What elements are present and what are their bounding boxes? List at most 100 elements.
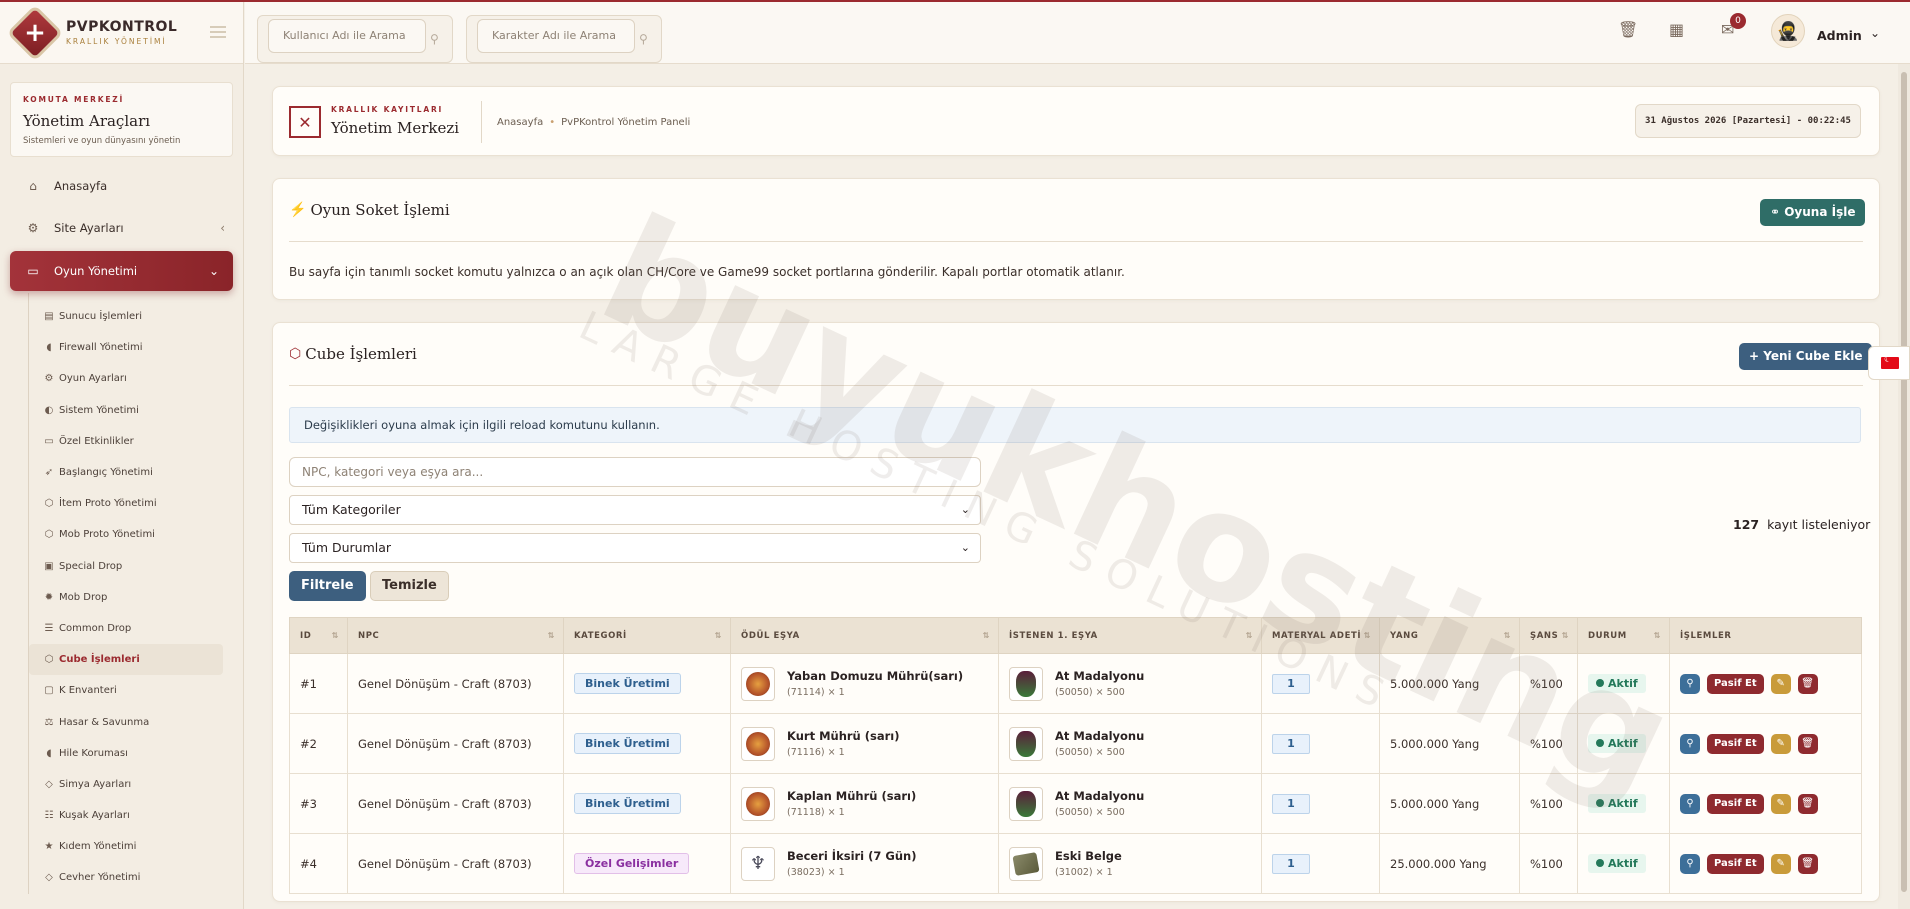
sidebar-item-mob-drop[interactable]: ✹ Mob Drop — [29, 582, 243, 613]
sidebar-item-belt[interactable]: ☷ Kuşak Ayarları — [29, 800, 243, 831]
cell-id: #1 — [289, 653, 348, 714]
sidebar-item-item-proto[interactable]: ⬡ İtem Proto Yönetimi — [29, 488, 243, 519]
sidebar-item-alchemy[interactable]: ◇ Simya Ayarları — [29, 769, 243, 800]
user-search-box: Kullanıcı Adı ile Arama ⚲ — [257, 15, 453, 63]
sidebar-item-damage[interactable]: ⚖ Hasar & Savunma — [29, 706, 243, 737]
sidebar-item-common-drop[interactable]: ☰ Common Drop — [29, 613, 243, 644]
sidebar-item-events[interactable]: ▭ Özel Etkinlikler — [29, 426, 243, 457]
close-icon[interactable]: ✕ — [289, 106, 321, 138]
sidebar-item-rank[interactable]: ★ Kıdem Yönetimi — [29, 831, 243, 862]
edit-button[interactable]: ✎ — [1770, 793, 1791, 814]
rocket-icon: ➶ — [44, 467, 54, 479]
gem-icon: ◇ — [45, 778, 53, 790]
cube-search-input[interactable]: NPC, kategori veya eşya ara... — [289, 457, 981, 487]
user-search-input[interactable]: Kullanıcı Adı ile Arama — [268, 19, 426, 53]
deactivate-button[interactable]: Pasif Et — [1707, 733, 1764, 754]
sidebar-item-cube[interactable]: ⬡ Cube İşlemleri — [29, 644, 223, 676]
delete-button[interactable]: 🗑 — [1797, 853, 1818, 874]
status-select[interactable]: Tüm Durumlar ⌄ — [289, 533, 981, 563]
required-name: At Madalyonu — [1055, 729, 1145, 743]
search-icon[interactable]: ⚲ — [639, 32, 648, 46]
brand-logo-icon: + — [10, 8, 60, 58]
sidebar-item-start[interactable]: ➶ Başlangıç Yönetimi — [29, 457, 243, 488]
sidebar-item-game-settings[interactable]: ⚙ Oyun Ayarları — [29, 363, 243, 394]
view-button[interactable]: ⚲ — [1680, 793, 1700, 814]
subnav: ▤ Sunucu İşlemleri ◖ Firewall Yönetimi ⚙ Oy… — [28, 293, 243, 894]
col-npc[interactable]: NPC ⇅ — [347, 617, 564, 654]
cube-title: ⬡ Cube İşlemleri — [289, 345, 417, 363]
divider — [289, 385, 1863, 386]
delete-button[interactable]: 🗑 — [1797, 733, 1818, 754]
sidebar-item-server[interactable]: ▤ Sunucu İşlemleri — [29, 301, 243, 332]
avatar[interactable]: 🥷 — [1771, 14, 1805, 48]
category-select[interactable]: Tüm Kategoriler ⌄ — [289, 495, 981, 525]
apply-to-game-button[interactable]: ⚭ Oyuna İşle — [1760, 199, 1866, 226]
view-button[interactable]: ⚲ — [1680, 733, 1700, 754]
col-yang[interactable]: YANG ⇅ — [1379, 617, 1520, 654]
sidebar-item-mob-proto[interactable]: ⬡ Mob Proto Yönetimi — [29, 519, 243, 550]
edit-button[interactable]: ✎ — [1770, 733, 1791, 754]
user-name[interactable]: Admin — [1817, 28, 1862, 43]
delete-button[interactable]: 🗑 — [1797, 673, 1818, 694]
gear-icon: ⚙ — [27, 221, 39, 235]
search-icon[interactable]: ⚲ — [430, 32, 439, 46]
col-chance[interactable]: ŞANS ⇅ — [1519, 617, 1578, 654]
page-scrollbar[interactable] — [1898, 64, 1910, 909]
wings-icon: ♆ — [741, 846, 775, 881]
sidebar-item-anticheat[interactable]: ◖ Hile Koruması — [29, 738, 243, 769]
cell-material: 1 — [1261, 653, 1380, 714]
trash-icon[interactable]: 🗑 — [1618, 20, 1638, 39]
cell-material: 1 — [1261, 833, 1380, 894]
breadcrumb: Anasayfa • PvPKontrol Yönetim Paneli — [497, 117, 691, 128]
view-button[interactable]: ⚲ — [1680, 673, 1700, 694]
sidebar-item-ore[interactable]: ◇ Cevher Yönetimi — [29, 862, 243, 893]
col-required[interactable]: İSTENEN 1. EŞYA ⇅ — [998, 617, 1262, 654]
col-status[interactable]: DURUM ⇅ — [1577, 617, 1670, 654]
reward-name: Kaplan Mührü (sarı) — [787, 789, 917, 803]
sidebar-item-k-inventory[interactable]: ▢ K Envanteri — [29, 675, 243, 706]
medal-icon — [1009, 786, 1043, 821]
cell-reward: Yaban Domuzu Mührü(sarı) (71114) × 1 — [730, 653, 999, 714]
char-search-input[interactable]: Karakter Adı ile Arama — [477, 19, 635, 53]
nav-home[interactable]: ⌂ Anasayfa — [0, 165, 243, 207]
edit-button[interactable]: ✎ — [1770, 853, 1791, 874]
cube-icon: ⬡ — [44, 529, 54, 541]
cube-icon: ⬡ — [44, 654, 54, 666]
divider — [481, 101, 482, 143]
clear-button[interactable]: Temizle — [370, 571, 449, 601]
sidebar-item-special-drop[interactable]: ▣ Special Drop — [29, 551, 243, 582]
sidebar: + PVPKONTROL KRALLIK YÖNETİMİ KOMUTA MER… — [0, 2, 244, 909]
sidebar-item-system[interactable]: ◐ Sistem Yönetimi — [29, 395, 243, 426]
edit-button[interactable]: ✎ — [1770, 673, 1791, 694]
category-badge: Binek Üretimi — [574, 673, 681, 694]
socket-title: ⚡ Oyun Soket İşlemi — [289, 201, 450, 219]
col-material[interactable]: MATERYAL ADETİ ⇅ — [1261, 617, 1380, 654]
view-button[interactable]: ⚲ — [1680, 853, 1700, 874]
pencil-icon: ✎ — [1776, 678, 1785, 689]
add-cube-button[interactable]: + Yeni Cube Ekle — [1739, 343, 1873, 370]
calendar-icon[interactable]: ▦ — [1669, 20, 1684, 39]
sliders-icon: ☷ — [44, 810, 54, 822]
deactivate-button[interactable]: Pasif Et — [1707, 793, 1764, 814]
col-reward[interactable]: ÖDÜL EŞYA ⇅ — [730, 617, 999, 654]
menu-toggle-icon[interactable] — [210, 26, 226, 38]
cell-status: Aktif — [1577, 833, 1670, 894]
deactivate-button[interactable]: Pasif Et — [1707, 853, 1764, 874]
chevron-down-icon[interactable]: ⌄ — [1870, 26, 1880, 40]
deactivate-button[interactable]: Pasif Et — [1707, 673, 1764, 694]
cell-id: #2 — [289, 713, 348, 774]
nav-game-management[interactable]: ▭ Oyun Yönetimi ⌄ — [10, 251, 233, 291]
sidebar-item-firewall[interactable]: ◖ Firewall Yönetimi — [29, 332, 243, 363]
filter-button[interactable]: Filtrele — [289, 571, 366, 601]
language-flag-icon[interactable] — [1868, 346, 1910, 380]
col-category[interactable]: KATEGORİ ⇅ — [563, 617, 731, 654]
scrollbar-thumb[interactable] — [1901, 72, 1907, 892]
delete-button[interactable]: 🗑 — [1797, 793, 1818, 814]
nav-home-label: Anasayfa — [54, 179, 108, 193]
brand[interactable]: + PVPKONTROL KRALLIK YÖNETİMİ — [0, 2, 243, 64]
nav-site-settings[interactable]: ⚙ Site Ayarları ‹ — [0, 207, 243, 249]
col-id[interactable]: ID ⇅ — [289, 617, 348, 654]
breadcrumb-home[interactable]: Anasayfa — [497, 117, 543, 128]
shield-icon: ◖ — [46, 747, 52, 759]
seal-icon — [741, 726, 775, 761]
